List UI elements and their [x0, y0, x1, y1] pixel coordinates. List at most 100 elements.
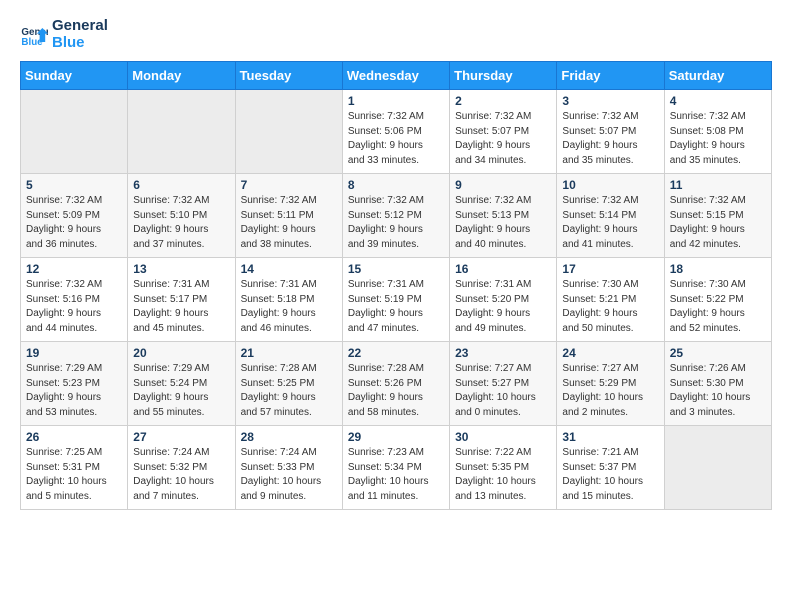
- day-info-line: Daylight: 9 hours: [26, 223, 122, 238]
- day-cell: 20 Sunrise: 7:29 AMSunset: 5:24 PMDayligh…: [128, 342, 235, 426]
- day-info: Sunrise: 7:32 AMSunset: 5:07 PMDaylight:…: [562, 110, 658, 168]
- day-info-line: Sunset: 5:31 PM: [26, 461, 122, 476]
- day-info-line: Sunrise: 7:23 AM: [348, 446, 444, 461]
- day-info: Sunrise: 7:29 AMSunset: 5:23 PMDaylight:…: [26, 362, 122, 420]
- day-info-line: Sunrise: 7:28 AM: [348, 362, 444, 377]
- day-info-line: and 36 minutes.: [26, 238, 122, 253]
- day-info-line: Daylight: 10 hours: [670, 391, 766, 406]
- logo-icon: General Blue: [20, 21, 48, 49]
- day-info-line: and 11 minutes.: [348, 490, 444, 505]
- day-cell: 14Sunrise: 7:31 AMSunset: 5:18 PMDayligh…: [235, 258, 342, 342]
- day-info-line: Sunset: 5:07 PM: [455, 125, 551, 140]
- day-info-line: and 46 minutes.: [241, 322, 337, 337]
- calendar-table: SundayMondayTuesdayWednesdayThursdayFrid…: [20, 61, 772, 510]
- day-number: 20: [133, 346, 229, 360]
- day-info-line: and 35 minutes.: [562, 154, 658, 169]
- day-info-line: Sunrise: 7:27 AM: [455, 362, 551, 377]
- day-cell: 23Sunrise: 7:27 AMSunset: 5:27 PMDayligh…: [450, 342, 557, 426]
- day-number: 18: [670, 262, 766, 276]
- col-header-tuesday: Tuesday: [235, 62, 342, 90]
- day-info-line: Sunset: 5:14 PM: [562, 209, 658, 224]
- day-info: Sunrise: 7:32 AMSunset: 5:13 PMDaylight:…: [455, 194, 551, 252]
- day-cell: 31Sunrise: 7:21 AMSunset: 5:37 PMDayligh…: [557, 426, 664, 510]
- day-number: 31: [562, 430, 658, 444]
- day-number: 21: [241, 346, 337, 360]
- day-info-line: Sunrise: 7:31 AM: [133, 278, 229, 293]
- day-number: 11: [670, 178, 766, 192]
- day-info: Sunrise: 7:32 AMSunset: 5:07 PMDaylight:…: [455, 110, 551, 168]
- day-info: Sunrise: 7:23 AMSunset: 5:34 PMDaylight:…: [348, 446, 444, 504]
- day-info-line: Sunrise: 7:24 AM: [133, 446, 229, 461]
- day-cell: 2 Sunrise: 7:32 AMSunset: 5:07 PMDaylight…: [450, 90, 557, 174]
- day-info-line: Sunrise: 7:32 AM: [241, 194, 337, 209]
- day-cell: 9Sunrise: 7:32 AMSunset: 5:13 PMDaylight…: [450, 174, 557, 258]
- day-info-line: Sunrise: 7:31 AM: [241, 278, 337, 293]
- day-info-line: Sunset: 5:24 PM: [133, 377, 229, 392]
- day-info-line: and 34 minutes.: [455, 154, 551, 169]
- day-info-line: Sunset: 5:07 PM: [562, 125, 658, 140]
- day-info-line: Sunrise: 7:21 AM: [562, 446, 658, 461]
- day-info: Sunrise: 7:32 AMSunset: 5:11 PMDaylight:…: [241, 194, 337, 252]
- day-number: 27: [133, 430, 229, 444]
- day-info-line: Daylight: 9 hours: [348, 307, 444, 322]
- day-cell: 17 Sunrise: 7:30 AMSunset: 5:21 PMDayligh…: [557, 258, 664, 342]
- day-number: 30: [455, 430, 551, 444]
- day-info-line: Sunrise: 7:29 AM: [133, 362, 229, 377]
- week-row-2: 5Sunrise: 7:32 AMSunset: 5:09 PMDaylight…: [21, 174, 772, 258]
- day-info-line: Sunset: 5:29 PM: [562, 377, 658, 392]
- day-info-line: and 37 minutes.: [133, 238, 229, 253]
- day-info-line: Sunrise: 7:32 AM: [562, 194, 658, 209]
- day-info-line: Daylight: 9 hours: [348, 391, 444, 406]
- day-info-line: and 15 minutes.: [562, 490, 658, 505]
- day-info: Sunrise: 7:31 AMSunset: 5:20 PMDaylight:…: [455, 278, 551, 336]
- day-cell: [235, 90, 342, 174]
- day-info-line: and 3 minutes.: [670, 406, 766, 421]
- day-info-line: Daylight: 10 hours: [26, 475, 122, 490]
- day-info-line: Daylight: 9 hours: [670, 223, 766, 238]
- day-info-line: and 45 minutes.: [133, 322, 229, 337]
- day-info-line: Sunset: 5:13 PM: [455, 209, 551, 224]
- day-info-line: Daylight: 9 hours: [455, 139, 551, 154]
- day-info: Sunrise: 7:28 AMSunset: 5:25 PMDaylight:…: [241, 362, 337, 420]
- day-info: Sunrise: 7:26 AMSunset: 5:30 PMDaylight:…: [670, 362, 766, 420]
- day-cell: 10Sunrise: 7:32 AMSunset: 5:14 PMDayligh…: [557, 174, 664, 258]
- day-cell: 30Sunrise: 7:22 AMSunset: 5:35 PMDayligh…: [450, 426, 557, 510]
- logo-blue: Blue: [52, 35, 108, 52]
- day-info-line: and 49 minutes.: [455, 322, 551, 337]
- day-number: 3: [562, 94, 658, 108]
- day-info-line: Sunset: 5:37 PM: [562, 461, 658, 476]
- day-info-line: Daylight: 9 hours: [133, 391, 229, 406]
- day-info-line: Sunset: 5:12 PM: [348, 209, 444, 224]
- day-info: Sunrise: 7:25 AMSunset: 5:31 PMDaylight:…: [26, 446, 122, 504]
- day-info: Sunrise: 7:30 AMSunset: 5:21 PMDaylight:…: [562, 278, 658, 336]
- week-row-4: 19Sunrise: 7:29 AMSunset: 5:23 PMDayligh…: [21, 342, 772, 426]
- day-info-line: Sunrise: 7:29 AM: [26, 362, 122, 377]
- day-info-line: Daylight: 9 hours: [562, 139, 658, 154]
- day-info-line: Daylight: 9 hours: [133, 307, 229, 322]
- day-number: 2: [455, 94, 551, 108]
- day-info-line: Daylight: 9 hours: [670, 139, 766, 154]
- day-number: 17: [562, 262, 658, 276]
- day-info-line: Sunrise: 7:26 AM: [670, 362, 766, 377]
- day-info-line: Daylight: 9 hours: [348, 223, 444, 238]
- day-info-line: Daylight: 9 hours: [455, 307, 551, 322]
- day-number: 25: [670, 346, 766, 360]
- day-info-line: and 52 minutes.: [670, 322, 766, 337]
- day-info-line: Sunset: 5:22 PM: [670, 293, 766, 308]
- day-info-line: Sunset: 5:33 PM: [241, 461, 337, 476]
- day-info-line: and 39 minutes.: [348, 238, 444, 253]
- day-cell: 3 Sunrise: 7:32 AMSunset: 5:07 PMDaylight…: [557, 90, 664, 174]
- day-number: 22: [348, 346, 444, 360]
- day-info-line: Sunrise: 7:25 AM: [26, 446, 122, 461]
- day-info-line: and 2 minutes.: [562, 406, 658, 421]
- day-info-line: Daylight: 9 hours: [26, 307, 122, 322]
- day-info-line: Sunset: 5:08 PM: [670, 125, 766, 140]
- day-number: 6: [133, 178, 229, 192]
- day-cell: [664, 426, 771, 510]
- day-info-line: and 50 minutes.: [562, 322, 658, 337]
- day-info-line: Sunset: 5:11 PM: [241, 209, 337, 224]
- day-info-line: Daylight: 10 hours: [455, 391, 551, 406]
- day-info-line: Sunrise: 7:22 AM: [455, 446, 551, 461]
- day-info-line: Sunrise: 7:32 AM: [562, 110, 658, 125]
- day-info-line: Sunset: 5:20 PM: [455, 293, 551, 308]
